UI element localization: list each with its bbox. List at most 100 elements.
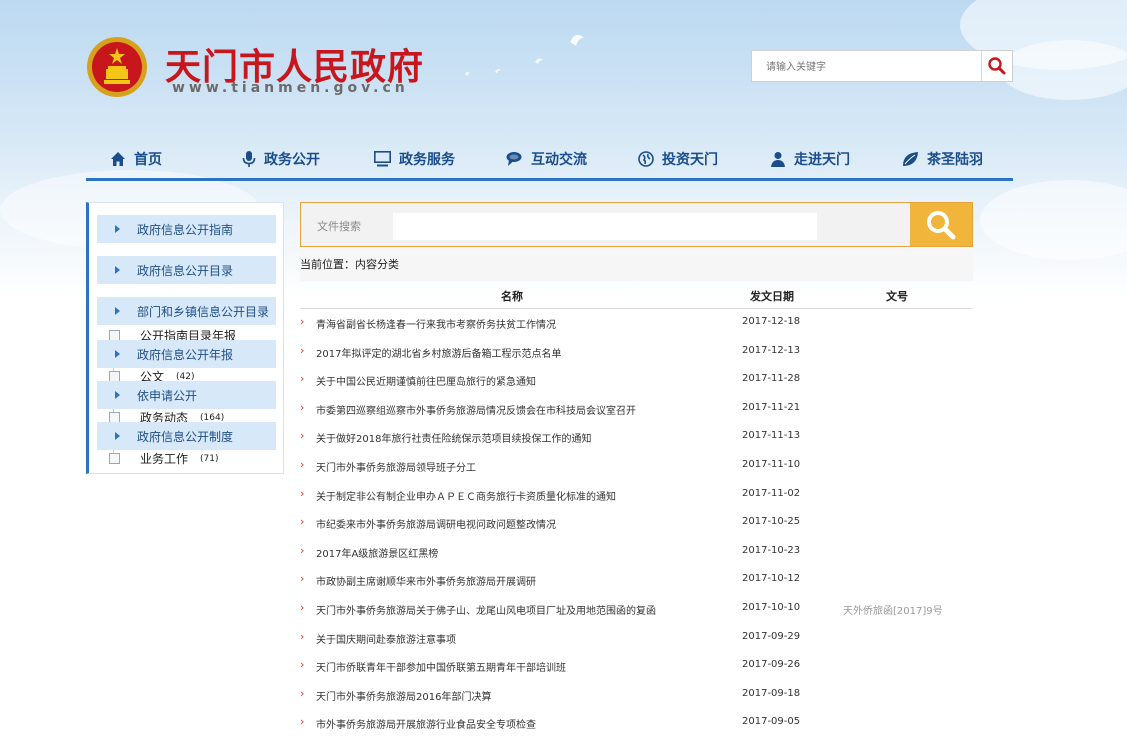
chevron-right-icon: › [300,515,305,529]
chevron-right-icon: › [300,686,305,700]
table-row[interactable]: › 天门市外事侨务旅游局领导班子分工 2017-11-10 [300,451,973,479]
column-header-docno: 文号 [886,290,908,303]
person-icon [771,152,785,167]
table-row[interactable]: › 关于做好2018年旅行社责任险统保示范项目续投保工作的通知 2017-11-13 [300,422,973,450]
sidebar-item-label: 政府信息公开目录 [137,263,234,278]
nav-label: 首页 [134,152,162,168]
row-date: 2017-09-05 [742,716,801,728]
site-search-button[interactable] [981,51,1012,81]
chevron-right-icon: › [300,315,305,328]
chevron-right-icon: › [300,486,305,500]
column-header-date: 发文日期 [750,290,794,303]
nav-label: 投资天门 [662,152,718,168]
file-search-input[interactable] [393,213,817,240]
sidebar-item-annual-report[interactable]: 政府信息公开年报 [97,340,276,368]
sidebar-item-label: 政府信息公开指南 [137,222,234,237]
sidebar-item-label: 政府信息公开制度 [137,429,234,444]
tree-item-count: (164) [200,412,225,423]
chevron-right-icon: › [300,543,305,557]
nav-government-services[interactable]: 政务服务 [374,146,455,172]
site-search-input[interactable] [764,56,968,78]
sidebar: 公开指南目录年报 公文 (42) 政务动态 (164) 业务工作 (71) 政府… [86,202,284,474]
row-date: 2017-11-28 [742,373,801,385]
row-title-link[interactable]: 天门市侨联青年干部参加中国侨联第五期青年干部培训班 [316,659,566,674]
row-title-link[interactable]: 关于国庆期间赴泰旅游注意事项 [316,631,456,646]
chevron-right-icon: › [300,429,305,443]
nav-home[interactable]: 首页 [110,146,162,172]
row-date: 2017-12-18 [742,316,801,327]
document-icon [109,453,120,464]
row-date: 2017-09-29 [742,630,801,642]
sidebar-item-disclosure-catalog[interactable]: 政府信息公开目录 [97,256,276,284]
row-title-link[interactable]: 关于中国公民近期谨慎前往巴厘岛旅行的紧急通知 [316,373,536,388]
chevron-right-icon: › [300,343,305,357]
nav-label: 政务公开 [264,152,320,168]
microphone-icon [242,151,256,167]
chevron-right-icon: › [300,629,305,643]
file-search-label: 文件搜索 [317,220,361,233]
table-row[interactable]: › 市纪委来市外事侨务旅游局调研电视问政问题整改情况 2017-10-25 [300,508,973,536]
row-date: 2017-11-21 [742,401,801,413]
nav-label: 走进天门 [794,152,850,168]
row-title-link[interactable]: 关于做好2018年旅行社责任险统保示范项目续投保工作的通知 [316,430,591,445]
row-title-link[interactable]: 2017年拟评定的湖北省乡村旅游后备箱工程示范点名单 [316,345,561,360]
row-title-link[interactable]: 2017年A级旅游景区红黑榜 [316,545,438,560]
sidebar-item-disclosure-guide[interactable]: 政府信息公开指南 [97,215,276,243]
sidebar-item-label: 部门和乡镇信息公开目录 [137,304,270,319]
site-search [751,50,1013,82]
table-row[interactable]: › 青海省副省长杨逢春一行来我市考察侨务扶贫工作情况 2017-12-18 [300,308,973,336]
chevron-right-icon: › [300,572,305,586]
table-row[interactable]: › 市政协副主席谢顺华来市外事侨务旅游局开展调研 2017-10-12 [300,565,973,593]
monitor-icon [374,151,391,167]
sidebar-item-on-request[interactable]: 依申请公开 [97,381,276,409]
national-emblem-icon [87,37,147,97]
file-search-button[interactable] [910,203,972,246]
nav-luyu[interactable]: 茶圣陆羽 [902,146,983,172]
row-date: 2017-11-10 [742,459,801,470]
chevron-right-icon: › [300,372,305,386]
sidebar-item-disclosure-rules[interactable]: 政府信息公开制度 [97,422,276,450]
table-row[interactable]: › 天门市侨联青年干部参加中国侨联第五期青年干部培训班 2017-09-26 [300,651,973,679]
sidebar-item-label: 政府信息公开年报 [137,347,234,362]
table-row[interactable]: › 2017年拟评定的湖北省乡村旅游后备箱工程示范点名单 2017-12-13 [300,337,973,365]
row-date: 2017-09-26 [742,659,801,671]
home-icon [111,152,125,166]
row-docno: 天外侨旅函[2017]9号 [843,606,943,617]
row-date: 2017-11-02 [742,487,801,499]
main-content: 文件搜索 当前位置：内容分类 名称 发文日期 文号 › 青海省副省长杨逢春一行来我… [300,202,973,731]
row-title-link[interactable]: 关于制定非公有制企业申办ＡＰＥＣ商务旅行卡资质量化标准的通知 [316,488,616,503]
table-row[interactable]: › 市外事侨务旅游局开展旅游行业食品安全专项检查 2017-09-05 [300,708,973,736]
row-title-link[interactable]: 天门市外事侨务旅游局2016年部门决算 [316,688,491,703]
row-title-link[interactable]: 青海省副省长杨逢春一行来我市考察侨务扶贫工作情况 [316,316,556,331]
row-date: 2017-09-18 [742,687,801,699]
row-date: 2017-11-13 [742,430,801,442]
table-row[interactable]: › 关于国庆期间赴泰旅游注意事项 2017-09-29 [300,623,973,651]
table-row[interactable]: › 市委第四巡察组巡察市外事侨务旅游局情况反馈会在市科技局会议室召开 2017-11… [300,394,973,422]
globe-icon [638,151,654,167]
sidebar-item-department-catalog[interactable]: 部门和乡镇信息公开目录 [97,297,276,325]
nav-government-affairs[interactable]: 政务公开 [242,146,320,172]
search-icon [988,57,1006,75]
tree-item-label: 业务工作 [140,452,189,466]
row-title-link[interactable]: 市委第四巡察组巡察市外事侨务旅游局情况反馈会在市科技局会议室召开 [316,402,636,417]
leaf-icon [903,152,918,166]
table-row[interactable]: › 天门市外事侨务旅游局2016年部门决算 2017-09-18 [300,680,973,708]
row-title-link[interactable]: 天门市外事侨务旅游局领导班子分工 [316,459,476,474]
tree-item-business-work[interactable]: 业务工作 (71) [109,450,219,467]
row-title-link[interactable]: 市外事侨务旅游局开展旅游行业食品安全专项检查 [316,716,536,731]
column-header-name: 名称 [501,290,523,303]
nav-about-tianmen[interactable]: 走进天门 [770,146,850,172]
nav-interaction[interactable]: 互动交流 [506,146,587,172]
table-row[interactable]: › 天门市外事侨务旅游局关于佛子山、龙尾山风电项目厂址及用地范围函的复函 2017-… [300,594,973,622]
table-row[interactable]: › 关于制定非公有制企业申办ＡＰＥＣ商务旅行卡资质量化标准的通知 2017-11-0… [300,480,973,508]
chat-icon [506,152,522,166]
nav-invest[interactable]: 投资天门 [638,146,718,172]
table-row[interactable]: › 关于中国公民近期谨慎前往巴厘岛旅行的紧急通知 2017-11-28 [300,365,973,393]
search-icon [927,210,956,239]
row-title-link[interactable]: 市纪委来市外事侨务旅游局调研电视问政问题整改情况 [316,516,556,531]
table-row[interactable]: › 2017年A级旅游景区红黑榜 2017-10-23 [300,537,973,565]
row-title-link[interactable]: 市政协副主席谢顺华来市外事侨务旅游局开展调研 [316,573,536,588]
row-title-link[interactable]: 天门市外事侨务旅游局关于佛子山、龙尾山风电项目厂址及用地范围函的复函 [316,602,656,617]
chevron-right-icon: › [300,658,305,672]
nav-label: 政务服务 [399,152,455,168]
